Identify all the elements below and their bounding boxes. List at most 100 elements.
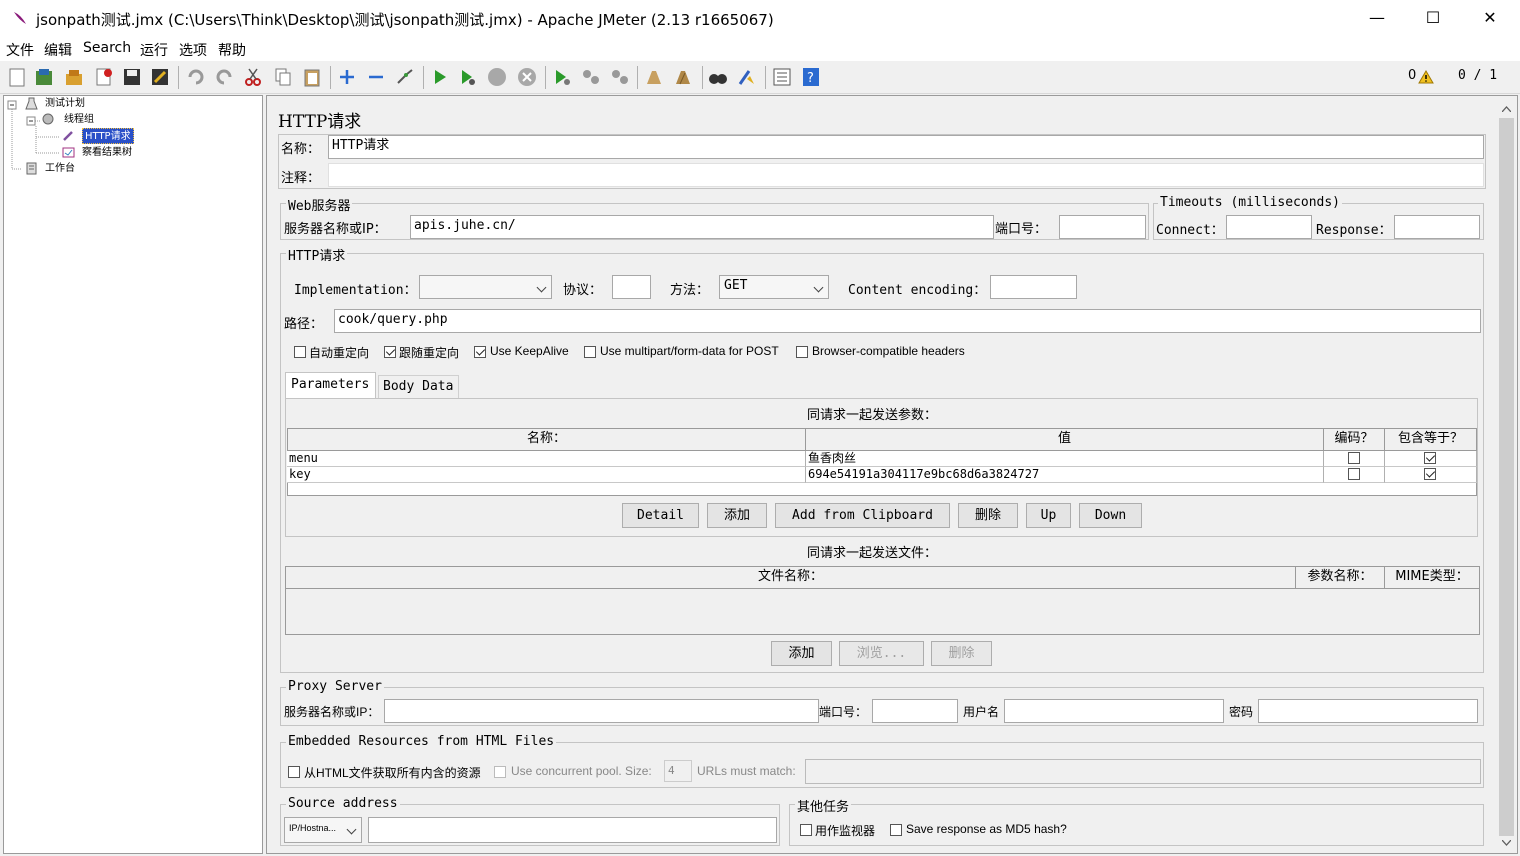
cut-icon[interactable]	[243, 67, 263, 87]
add-from-clipboard-button[interactable]: Add from Clipboard	[775, 503, 950, 528]
paste-icon[interactable]	[302, 67, 322, 87]
tree-item-test-plan[interactable]: 测试计划	[45, 96, 85, 112]
stop-icon[interactable]	[487, 67, 507, 87]
vertical-scrollbar[interactable]	[1497, 100, 1516, 852]
browse-button[interactable]: 浏览...	[839, 641, 924, 666]
search-icon[interactable]	[708, 67, 728, 87]
param-name-cell[interactable]: key	[287, 467, 806, 483]
delete-file-button[interactable]: 删除	[931, 641, 992, 666]
remote-start-icon[interactable]	[552, 67, 572, 87]
function-helper-icon[interactable]	[772, 67, 792, 87]
col-header-name[interactable]: 名称：	[287, 428, 806, 451]
add-param-button[interactable]: 添加	[707, 503, 767, 528]
source-type-select[interactable]: IP/Hostna...	[284, 817, 362, 843]
param-encode-checkbox[interactable]	[1348, 452, 1360, 464]
tree-item-thread-group[interactable]: 线程组	[64, 112, 94, 128]
start-no-pause-icon[interactable]	[458, 67, 478, 87]
shutdown-icon[interactable]	[517, 67, 537, 87]
proxy-username-field[interactable]	[1004, 699, 1224, 723]
detail-button[interactable]: Detail	[622, 503, 699, 528]
connect-timeout-field[interactable]	[1226, 215, 1312, 239]
save-as-icon[interactable]	[150, 67, 170, 87]
param-encode-checkbox[interactable]	[1348, 468, 1360, 480]
start-icon[interactable]	[430, 67, 450, 87]
auto-redirect-checkbox[interactable]	[294, 346, 306, 358]
browser-headers-checkbox[interactable]	[796, 346, 808, 358]
concurrent-pool-checkbox[interactable]	[494, 766, 506, 778]
add-file-button[interactable]: 添加	[771, 641, 832, 666]
name-field[interactable]: HTTP请求	[328, 135, 1484, 159]
maximize-button[interactable]: ☐	[1410, 0, 1456, 36]
tab-body-data[interactable]: Body Data	[378, 375, 459, 398]
col-header-param-name[interactable]: 参数名称：	[1295, 566, 1385, 589]
response-timeout-field[interactable]	[1394, 215, 1480, 239]
param-value-cell[interactable]: 鱼香肉丝	[806, 451, 1324, 467]
up-button[interactable]: Up	[1026, 503, 1071, 528]
clear-all-icon[interactable]	[674, 67, 694, 87]
tree-item-workbench[interactable]: 工作台	[45, 161, 75, 177]
param-include-equals-checkbox[interactable]	[1424, 452, 1436, 464]
server-name-field[interactable]: apis.juhe.cn/	[410, 215, 994, 239]
col-header-encode[interactable]: 编码？	[1323, 428, 1385, 451]
templates-icon[interactable]	[34, 67, 54, 87]
copy-icon[interactable]	[273, 67, 293, 87]
pool-size-field[interactable]: 4	[664, 760, 692, 782]
scroll-down-icon[interactable]	[1502, 840, 1511, 846]
source-address-field[interactable]	[368, 817, 777, 843]
reset-search-icon[interactable]	[737, 67, 757, 87]
scrollbar-thumb[interactable]	[1499, 118, 1514, 836]
param-value-cell[interactable]: 694e54191a304117e9bc68d6a3824727	[806, 467, 1324, 483]
warning-icon[interactable]	[1418, 70, 1434, 84]
menu-options[interactable]: 选项	[179, 40, 207, 60]
down-button[interactable]: Down	[1079, 503, 1142, 528]
md5-checkbox[interactable]	[890, 824, 902, 836]
save-icon[interactable]	[122, 67, 142, 87]
remote-shutdown-icon[interactable]	[610, 67, 630, 87]
undo-icon[interactable]	[186, 67, 206, 87]
col-header-mime-type[interactable]: MIME类型：	[1384, 566, 1480, 589]
tree-item-http-request[interactable]: HTTP请求	[82, 128, 134, 144]
param-name-cell[interactable]: menu	[287, 451, 806, 467]
menu-search[interactable]: Search	[83, 40, 131, 56]
open-icon[interactable]	[64, 67, 84, 87]
clear-icon[interactable]	[644, 67, 664, 87]
delete-param-button[interactable]: 删除	[958, 503, 1018, 528]
keepalive-checkbox[interactable]	[474, 346, 486, 358]
protocol-field[interactable]	[612, 275, 651, 299]
method-select[interactable]: GET	[719, 275, 829, 299]
comment-field[interactable]	[328, 163, 1484, 187]
port-field[interactable]	[1059, 215, 1146, 239]
redo-icon[interactable]	[214, 67, 234, 87]
fetch-resources-checkbox[interactable]	[288, 766, 300, 778]
param-include-equals-checkbox[interactable]	[1424, 468, 1436, 480]
proxy-server-field[interactable]	[384, 699, 819, 723]
content-encoding-field[interactable]	[990, 275, 1077, 299]
toggle-icon[interactable]	[395, 67, 415, 87]
col-header-include-equals[interactable]: 包含等于？	[1384, 428, 1477, 451]
tree-item-result-tree[interactable]: 察看结果树	[82, 145, 132, 161]
urls-must-match-field[interactable]	[805, 759, 1481, 784]
follow-redirect-checkbox[interactable]	[384, 346, 396, 358]
remote-stop-icon[interactable]	[581, 67, 601, 87]
proxy-port-field[interactable]	[872, 699, 958, 723]
expand-all-icon[interactable]	[337, 67, 357, 87]
col-header-value[interactable]: 值	[805, 428, 1324, 451]
scroll-up-icon[interactable]	[1502, 106, 1511, 112]
new-icon[interactable]	[7, 67, 27, 87]
tab-parameters[interactable]: Parameters	[285, 372, 376, 399]
path-field[interactable]: cook/query.php	[334, 309, 1481, 333]
help-icon[interactable]: ?	[801, 67, 821, 87]
close-button[interactable]: ✕	[1467, 0, 1513, 36]
multipart-checkbox[interactable]	[584, 346, 596, 358]
proxy-password-field[interactable]	[1258, 699, 1478, 723]
implementation-select[interactable]	[419, 275, 552, 299]
menu-help[interactable]: 帮助	[218, 40, 246, 60]
close-file-icon[interactable]	[94, 67, 114, 87]
collapse-all-icon[interactable]	[366, 67, 386, 87]
col-header-file-name[interactable]: 文件名称：	[285, 566, 1296, 589]
menu-file[interactable]: 文件	[6, 40, 34, 60]
minimize-button[interactable]: —	[1354, 0, 1400, 36]
monitor-checkbox[interactable]	[800, 824, 812, 836]
menu-edit[interactable]: 编辑	[44, 40, 72, 60]
menu-run[interactable]: 运行	[140, 40, 168, 60]
